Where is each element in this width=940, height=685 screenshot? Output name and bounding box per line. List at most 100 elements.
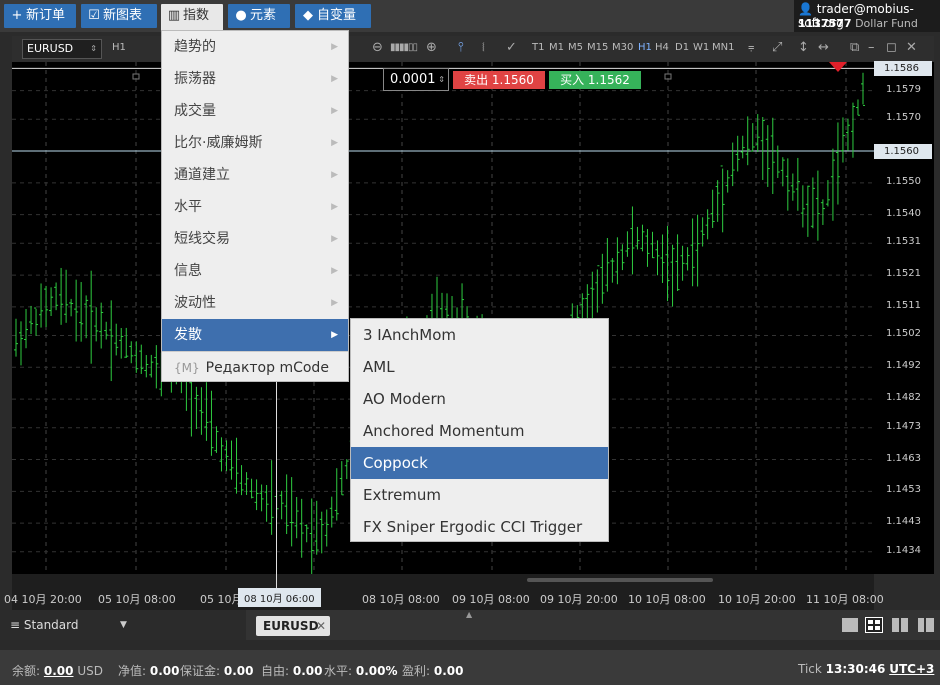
divergence-indicator-item[interactable]: Extremum (351, 479, 608, 511)
equity-label: 净值: (118, 664, 147, 678)
price-tick-label: 1.1492 (886, 360, 921, 372)
timeframe-t1[interactable]: T1 (532, 42, 544, 53)
submenu-arrow-icon: ▶ (331, 234, 338, 244)
mcode-editor-item[interactable]: {M} Редактор mCode (162, 351, 348, 383)
account-fund: 1137577 Dollar Fund (798, 17, 918, 30)
maximize-icon[interactable]: ◻ (886, 40, 897, 55)
submenu-arrow-icon: ▶ (331, 266, 338, 276)
timeframe-m5[interactable]: M5 (568, 42, 583, 53)
divergence-indicator-item[interactable]: AML (351, 351, 608, 383)
price-tick-label: 1.1579 (886, 83, 921, 95)
tab-close-icon[interactable]: ✕ (316, 616, 326, 636)
time-tick-label: 11 10月 08:00 (806, 593, 884, 606)
indicator-category-item[interactable]: 发散 ▶ (162, 319, 348, 351)
chevron-down-icon: ▼ (120, 620, 127, 630)
submenu-arrow-icon: ▶ (331, 330, 338, 340)
spinner-icon: ⇕ (90, 44, 97, 53)
fit-icon[interactable]: ⤢ (772, 40, 782, 55)
time-tick-label: 05 10月 08:00 (98, 593, 176, 606)
buy-button[interactable]: 买入 1.1562 (549, 71, 641, 89)
equity-value: 0.00 (149, 664, 180, 678)
indicator-category-item[interactable]: 短线交易 ▶ (162, 223, 348, 255)
indicator-category-item[interactable]: 通道建立 ▶ (162, 159, 348, 191)
bid-price-box: 1.1560 (874, 144, 932, 160)
symbol-selector[interactable]: EURUSD ⇕ (22, 39, 102, 59)
indicator-f-icon[interactable]: ⩦ (748, 40, 754, 54)
layout-split-icon[interactable] (918, 618, 934, 632)
new-chart-button[interactable]: ☑ 新图表 (81, 4, 157, 28)
indicator-category-item[interactable]: 比尔·威廉姆斯 ▶ (162, 127, 348, 159)
bar-type-icon[interactable]: ⫯ (458, 40, 464, 55)
timezone-value[interactable]: UTC+3 (889, 662, 934, 676)
timeframe-mn1[interactable]: MN1 (712, 42, 734, 53)
lot-spinner-icon[interactable]: ⇕ (438, 69, 445, 90)
vertical-scale-icon[interactable]: ↕ (798, 40, 809, 55)
timeframe-d1[interactable]: D1 (675, 42, 689, 53)
indicator-category-label: 信息 (174, 263, 202, 279)
sell-button[interactable]: 卖出 1.1560 (453, 71, 545, 89)
layout-grid-icon[interactable] (865, 617, 883, 633)
price-tick-label: 1.1521 (886, 268, 921, 280)
chart-tabs-bar: ≡ Standard ▼ EURUSD ✕ ▲ (0, 610, 940, 640)
time-tick-label: 09 10月 08:00 (452, 593, 530, 606)
time-axis[interactable]: 04 10月 20:00 05 10月 08:00 05 10月 08 10月 08:… (4, 574, 884, 610)
lot-size-input[interactable]: 0.0001 ⇕ (383, 68, 449, 91)
timeframe-h1[interactable]: H1 (638, 42, 652, 53)
indicator-category-item[interactable]: 水平 ▶ (162, 191, 348, 223)
currency-label: USD (77, 664, 103, 678)
timeframe-m15[interactable]: M15 (587, 42, 608, 53)
layout-single-icon[interactable] (842, 618, 858, 632)
timeframe-m1[interactable]: M1 (549, 42, 564, 53)
collapse-arrow-icon[interactable]: ▲ (466, 610, 472, 619)
alert-marker-icon[interactable] (829, 62, 847, 72)
minimize-icon[interactable]: – (868, 40, 875, 55)
divergence-indicator-item[interactable]: Anchored Momentum (351, 415, 608, 447)
line-type-icon[interactable]: ✓ (506, 40, 517, 55)
indicator-category-item[interactable]: 趋势的 ▶ (162, 31, 348, 63)
divergence-indicator-item[interactable]: AO Modern (351, 383, 608, 415)
account-number: 1137577 (798, 17, 852, 30)
chart-icon: ☑ (88, 8, 100, 23)
symbol-tab[interactable]: EURUSD ✕ (256, 616, 330, 636)
new-order-button[interactable]: + 新订单 (4, 4, 76, 28)
price-axis[interactable]: 1.1579 1.1570 1.1550 1.1540 1.1531 1.1521 1.15… (874, 61, 934, 574)
divergence-indicator-item[interactable]: 3 IAnchMom (351, 319, 608, 351)
indicator-category-item[interactable]: 信息 ▶ (162, 255, 348, 287)
variables-button[interactable]: ◆ 自变量 (295, 4, 371, 28)
server-time: Tick 13:30:46 UTC+3 (798, 662, 934, 676)
mcode-icon: {M} (174, 361, 200, 375)
zoom-in-icon[interactable]: ⊕ (426, 40, 437, 55)
submenu-arrow-icon: ▶ (331, 138, 338, 148)
symbol-label: EURUSD (27, 42, 74, 55)
mcode-editor-label: Редактор mCode (205, 360, 329, 376)
zoom-slider[interactable]: ▮▮▮▮▯▯ (390, 42, 418, 53)
indicators-button[interactable]: ▥ 指数 (161, 4, 223, 32)
candle-type-icon[interactable]: ⧙ (482, 40, 485, 55)
price-tick-label: 1.1511 (886, 299, 921, 311)
lot-value: 0.0001 (390, 72, 436, 87)
indicator-category-label: 比尔·威廉姆斯 (174, 135, 263, 151)
timeframe-w1[interactable]: W1 (693, 42, 709, 53)
horizontal-scrollbar[interactable] (527, 578, 713, 582)
layout-vertical-icon[interactable] (892, 618, 908, 632)
timeframe-h4[interactable]: H4 (655, 42, 669, 53)
divergence-indicator-item[interactable]: FX Sniper Ergodic CCI Trigger (351, 511, 608, 543)
close-icon[interactable]: ✕ (906, 40, 917, 55)
account-panel[interactable]: 👤 trader@mobius-soft.org 1137577 Dollar … (794, 0, 940, 32)
margin-value: 0.00 (223, 664, 254, 678)
margin-label: 保证金: (180, 664, 221, 678)
timeframe-m30[interactable]: M30 (612, 42, 633, 53)
price-tick-label: 1.1570 (886, 112, 921, 124)
divergence-indicator-item[interactable]: Coppock (351, 447, 608, 479)
detach-icon[interactable]: ⧉ (850, 40, 859, 55)
new-chart-label: 新图表 (103, 8, 143, 23)
horizontal-scale-icon[interactable]: ↔ (818, 40, 829, 55)
zoom-out-icon[interactable]: ⊖ (372, 40, 383, 55)
objects-button[interactable]: ● 元素 (228, 4, 290, 28)
indicator-category-item[interactable]: 波动性 ▶ (162, 287, 348, 319)
indicator-category-item[interactable]: 成交量 ▶ (162, 95, 348, 127)
profile-selector[interactable]: ≡ Standard ▼ (0, 610, 246, 640)
indicator-category-item[interactable]: 振荡器 ▶ (162, 63, 348, 95)
indicator-category-label: 通道建立 (174, 167, 230, 183)
symbol-tab-label: EURUSD (263, 619, 319, 633)
